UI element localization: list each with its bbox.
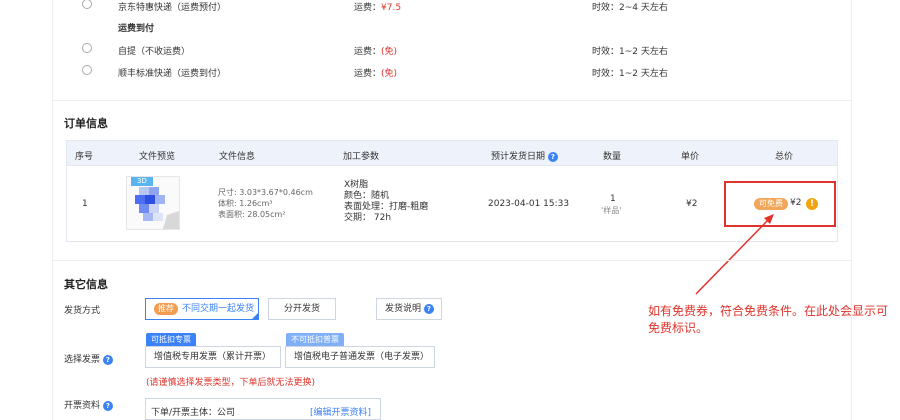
annotation-text: 如有免费券，符合免费条件。在此处会显示可免费标识。 (648, 304, 889, 335)
invoice-info-box: 下单/开票主体：公司 [编辑开票资料] (145, 398, 381, 420)
ship-method-label: 发货方式 (64, 306, 101, 316)
ship-together-button[interactable]: 推荐 不同交期一起发货 (145, 298, 259, 320)
ship-separate-button[interactable]: 分开发货 (268, 298, 336, 320)
shipping-radio-sf[interactable] (82, 65, 92, 75)
col-file-info: 文件信息 (219, 152, 256, 162)
shipping-option-name: 顺丰标准快递（运费到付） (118, 69, 227, 79)
selected-corner-icon (251, 312, 259, 320)
shipping-time: 时效：1~2 天左右 (592, 69, 668, 79)
shipping-radio-pickup[interactable] (82, 43, 92, 53)
help-icon[interactable]: ? (102, 354, 113, 365)
invoice-tag-normal: 不可抵扣普票 (286, 333, 344, 346)
ship-date: 2023-04-01 15:33 (488, 199, 570, 209)
file-volume: 体积: 1.26cm³ (218, 199, 273, 208)
col-total: 总价 (775, 152, 794, 162)
shipping-fee: 运费：(免) (354, 47, 398, 57)
shipping-time: 时效：2~4 天左右 (592, 3, 668, 13)
shipping-option-name: 自提（不收运费） (118, 47, 191, 57)
edit-invoice-link[interactable]: [编辑开票资料] (310, 405, 371, 418)
param-material: X树脂 (344, 180, 369, 190)
annotation-arrow-icon (695, 214, 774, 295)
help-icon[interactable]: ? (102, 400, 113, 411)
model-thumbnail-icon (131, 177, 179, 229)
quantity-note: '样品' (601, 206, 622, 215)
ship-help-button[interactable]: 发货说明 ? (376, 298, 442, 320)
row-index: 1 (82, 199, 88, 209)
divider (53, 100, 851, 101)
invoice-tag-special: 可抵扣专票 (146, 333, 196, 346)
col-index: 序号 (75, 152, 94, 162)
invoice-warning: (请谨慎选择发票类型，下单后就无法更换) (146, 378, 316, 388)
col-preview: 文件预览 (139, 152, 176, 162)
file-preview-image[interactable]: 3D (126, 176, 180, 230)
param-lead-time: 交期： 72h (344, 213, 392, 223)
help-icon[interactable]: ? (547, 151, 558, 162)
preview-3d-tag: 3D (137, 177, 147, 185)
shipping-option-name: 京东特惠快递（运费预付） (118, 3, 227, 13)
col-unit-price: 单价 (681, 152, 700, 162)
invoice-info-label: 开票资料 ? (64, 398, 113, 411)
invoice-special-button[interactable]: 增值税专用发票（累计开票） (145, 346, 281, 368)
file-area: 表面积: 28.05cm² (218, 210, 286, 219)
col-ship-date: 预计发货日期 ? (491, 149, 558, 162)
order-section-title: 订单信息 (64, 117, 108, 130)
file-info: 尺寸: 3.03*3.67*0.46cm 体积: 1.26cm³ 表面积: 28… (218, 187, 313, 220)
recommend-tag: 推荐 (154, 303, 178, 315)
unit-price: ¥2 (686, 199, 698, 209)
process-params: X树脂 颜色：随机 表面处理：打磨-粗磨 交期： 72h (344, 180, 428, 224)
param-color: 颜色：随机 (344, 191, 390, 201)
shipping-group-title: 运费到付 (118, 24, 155, 34)
col-params: 加工参数 (343, 152, 380, 162)
shipping-time: 时效：1~2 天左右 (592, 47, 668, 57)
invoice-label: 选择发票 ? (64, 352, 113, 365)
invoice-normal-button[interactable]: 增值税电子普通发票（电子发票） (285, 346, 435, 368)
invoice-subject: 下单/开票主体：公司 (151, 408, 236, 418)
other-section-title: 其它信息 (64, 278, 108, 291)
param-surface: 表面处理：打磨-粗磨 (344, 202, 429, 212)
shipping-fee: 运费：¥7.5 (354, 3, 402, 13)
quantity: 1 (610, 194, 616, 204)
divider (53, 260, 851, 261)
help-icon: ? (423, 303, 434, 314)
order-table-header: 序号 文件预览 文件信息 加工参数 预计发货日期 ? 数量 单价 总价 (66, 140, 838, 166)
file-size: 尺寸: 3.03*3.67*0.46cm (218, 188, 313, 197)
shipping-fee: 运费：(免) (354, 69, 398, 79)
col-qty: 数量 (603, 152, 622, 162)
